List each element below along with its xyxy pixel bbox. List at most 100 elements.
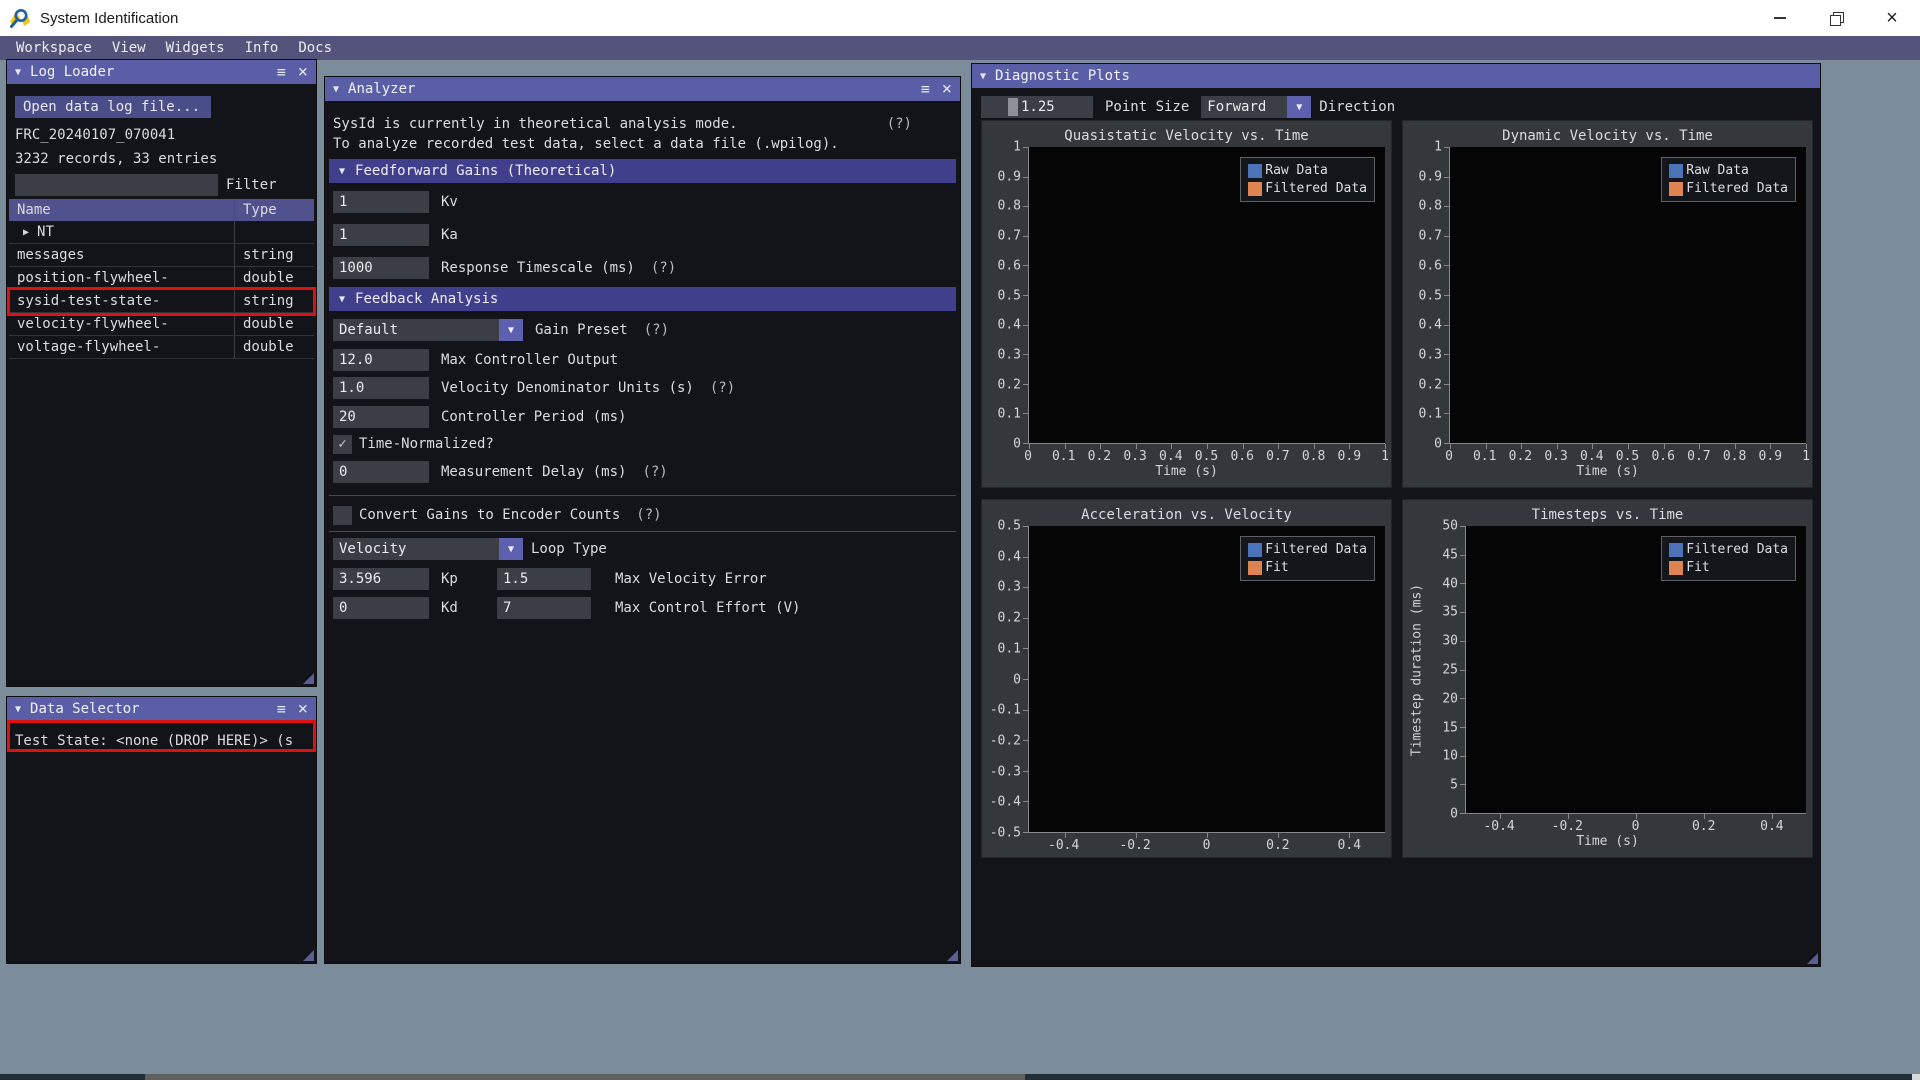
mode-text-line2: To analyze recorded test data, select a … xyxy=(333,136,839,152)
app-icon xyxy=(10,9,30,28)
table-row-velocity-flywheel[interactable]: velocity-flywheel- double xyxy=(9,313,314,336)
combo-arrow-icon[interactable]: ▼ xyxy=(1287,96,1312,118)
plot-legend[interactable]: Filtered Data Fit xyxy=(1240,536,1375,581)
log-loader-window: ▼ Log Loader ≡ × Open data log file... F… xyxy=(6,59,317,687)
log-loader-header[interactable]: ▼ Log Loader ≡ × xyxy=(7,60,316,84)
controller-period-input[interactable]: 20 xyxy=(333,406,429,428)
help-marker[interactable]: (?) xyxy=(651,260,676,276)
minimize-button[interactable] xyxy=(1752,0,1808,36)
window-close-icon[interactable]: × xyxy=(942,80,952,98)
plot-y-ticks: 50 45 40 35 30 25 20 15 10 5 0 xyxy=(1442,518,1458,822)
menu-view[interactable]: View xyxy=(102,40,156,56)
combo-arrow-icon[interactable]: ▼ xyxy=(499,319,523,341)
window-close-icon[interactable]: × xyxy=(298,63,308,81)
menu-docs[interactable]: Docs xyxy=(288,40,342,56)
tree-expand-icon[interactable]: ▶ xyxy=(23,227,29,238)
diagnostic-plots-window: ▼ Diagnostic Plots 1.25 Point Size Forwa… xyxy=(971,63,1821,967)
plot-x-ticks: 0 0.1 0.2 0.3 0.4 0.5 0.6 0.7 0.8 0.9 1 xyxy=(1445,449,1810,464)
plot-area[interactable]: Filtered Data Fit xyxy=(1460,526,1806,819)
help-marker[interactable]: (?) xyxy=(636,507,661,523)
data-selector-header[interactable]: ▼ Data Selector ≡ × xyxy=(7,697,316,721)
table-row-messages[interactable]: messages string xyxy=(9,244,314,267)
loop-type-label: Loop Type xyxy=(531,541,607,557)
collapse-arrow-icon[interactable]: ▼ xyxy=(15,67,21,78)
analyzer-body: SysId is currently in theoretical analys… xyxy=(325,101,960,963)
time-normalized-label: Time-Normalized? xyxy=(359,436,494,452)
window-title: System Identification xyxy=(40,9,179,27)
column-type[interactable]: Type xyxy=(234,199,314,221)
max-velocity-error-input[interactable]: 1.5 xyxy=(497,568,591,590)
analyzer-header[interactable]: ▼ Analyzer ≡ × xyxy=(325,77,960,101)
velocity-denominator-input[interactable]: 1.0 xyxy=(333,377,429,399)
plot-legend[interactable]: Filtered Data Fit xyxy=(1661,536,1796,581)
resize-grip[interactable] xyxy=(303,673,314,684)
resize-grip[interactable] xyxy=(303,950,314,961)
plot-area[interactable]: Raw Data Filtered Data xyxy=(1444,147,1807,449)
combo-arrow-icon[interactable]: ▼ xyxy=(499,538,523,560)
slider-grab-handle[interactable] xyxy=(1008,98,1018,116)
restore-icon xyxy=(1829,11,1844,26)
plot-x-ticks: 0 0.1 0.2 0.3 0.4 0.5 0.6 0.7 0.8 0.9 1 xyxy=(1024,449,1389,464)
max-controller-output-input[interactable]: 12.0 xyxy=(333,349,429,371)
close-icon: × xyxy=(1886,7,1898,29)
feedforward-gains-header[interactable]: ▼ Feedforward Gains (Theoretical) xyxy=(329,159,956,183)
plot-area[interactable]: Filtered Data Fit xyxy=(1023,526,1385,838)
analyzer-title: Analyzer xyxy=(348,81,416,97)
help-marker[interactable]: (?) xyxy=(710,380,735,396)
column-name[interactable]: Name xyxy=(9,202,234,218)
convert-gains-checkbox[interactable] xyxy=(333,505,352,525)
menu-workspace[interactable]: Workspace xyxy=(6,40,102,56)
table-row-position-flywheel[interactable]: position-flywheel- double xyxy=(9,267,314,290)
collapse-arrow-icon[interactable]: ▼ xyxy=(333,84,339,95)
open-log-file-button[interactable]: Open data log file... xyxy=(15,96,211,118)
point-size-slider[interactable]: 1.25 xyxy=(981,96,1093,118)
restore-button[interactable] xyxy=(1808,0,1864,36)
menu-widgets[interactable]: Widgets xyxy=(156,40,235,56)
ka-input[interactable]: 1 xyxy=(333,224,429,246)
diagnostic-plots-title: Diagnostic Plots xyxy=(995,68,1130,84)
help-marker[interactable]: (?) xyxy=(642,464,667,480)
time-normalized-checkbox[interactable] xyxy=(333,434,352,454)
kp-label: Kp xyxy=(441,571,458,587)
plot-area[interactable]: Raw Data Filtered Data xyxy=(1023,147,1386,449)
table-header-row[interactable]: Name Type xyxy=(9,199,314,221)
filter-input[interactable] xyxy=(15,174,218,196)
kd-input[interactable]: 0 xyxy=(333,597,429,619)
help-marker[interactable]: (?) xyxy=(887,116,912,132)
measurement-delay-input[interactable]: 0 xyxy=(333,461,429,483)
resize-grip[interactable] xyxy=(947,950,958,961)
direction-label: Direction xyxy=(1319,99,1396,115)
plot-timesteps-time: Timesteps vs. Time Timestep duration (ms… xyxy=(1402,499,1813,858)
max-control-effort-input[interactable]: 7 xyxy=(497,597,591,619)
close-button[interactable]: × xyxy=(1864,0,1920,36)
window-close-icon[interactable]: × xyxy=(298,700,308,718)
plot-legend[interactable]: Raw Data Filtered Data xyxy=(1661,157,1796,202)
plot-quasistatic-velocity: Quasistatic Velocity vs. Time 1 0.9 0.8 0.7… xyxy=(981,120,1392,488)
log-file-name: FRC_20240107_070041 xyxy=(15,127,176,143)
table-row-voltage-flywheel[interactable]: voltage-flywheel- double xyxy=(9,336,314,359)
diagnostic-plots-header[interactable]: ▼ Diagnostic Plots xyxy=(972,64,1820,88)
table-row-sysid-test-state[interactable]: sysid-test-state- string xyxy=(9,290,314,313)
gain-preset-combo[interactable]: Default ▼ xyxy=(333,319,523,341)
collapse-arrow-icon[interactable]: ▼ xyxy=(15,704,21,715)
loop-type-combo[interactable]: Velocity ▼ xyxy=(333,538,523,560)
kv-input[interactable]: 1 xyxy=(333,191,429,213)
collapse-arrow-icon[interactable]: ▼ xyxy=(980,71,986,82)
plot-y-axis-label: Timestep duration (ms) xyxy=(1409,583,1425,757)
resize-grip[interactable] xyxy=(1807,953,1818,964)
window-menu-icon[interactable]: ≡ xyxy=(277,63,286,81)
window-menu-icon[interactable]: ≡ xyxy=(921,80,930,98)
menu-info[interactable]: Info xyxy=(235,40,289,56)
window-menu-icon[interactable]: ≡ xyxy=(277,700,286,718)
taskbar-edge xyxy=(0,1074,1920,1080)
kp-input[interactable]: 3.596 xyxy=(333,568,429,590)
plot-legend[interactable]: Raw Data Filtered Data xyxy=(1240,157,1375,202)
direction-combo[interactable]: Forward ▼ xyxy=(1201,96,1312,118)
minimize-icon xyxy=(1774,17,1786,19)
test-state-drop-target[interactable]: Test State: <none (DROP HERE)> (s xyxy=(15,733,293,749)
table-row-nt[interactable]: ▶ NT xyxy=(9,221,314,244)
log-loader-body: Open data log file... FRC_20240107_07004… xyxy=(7,84,316,686)
help-marker[interactable]: (?) xyxy=(644,322,669,338)
feedback-analysis-header[interactable]: ▼ Feedback Analysis xyxy=(329,287,956,311)
response-timescale-input[interactable]: 1000 xyxy=(333,257,429,279)
